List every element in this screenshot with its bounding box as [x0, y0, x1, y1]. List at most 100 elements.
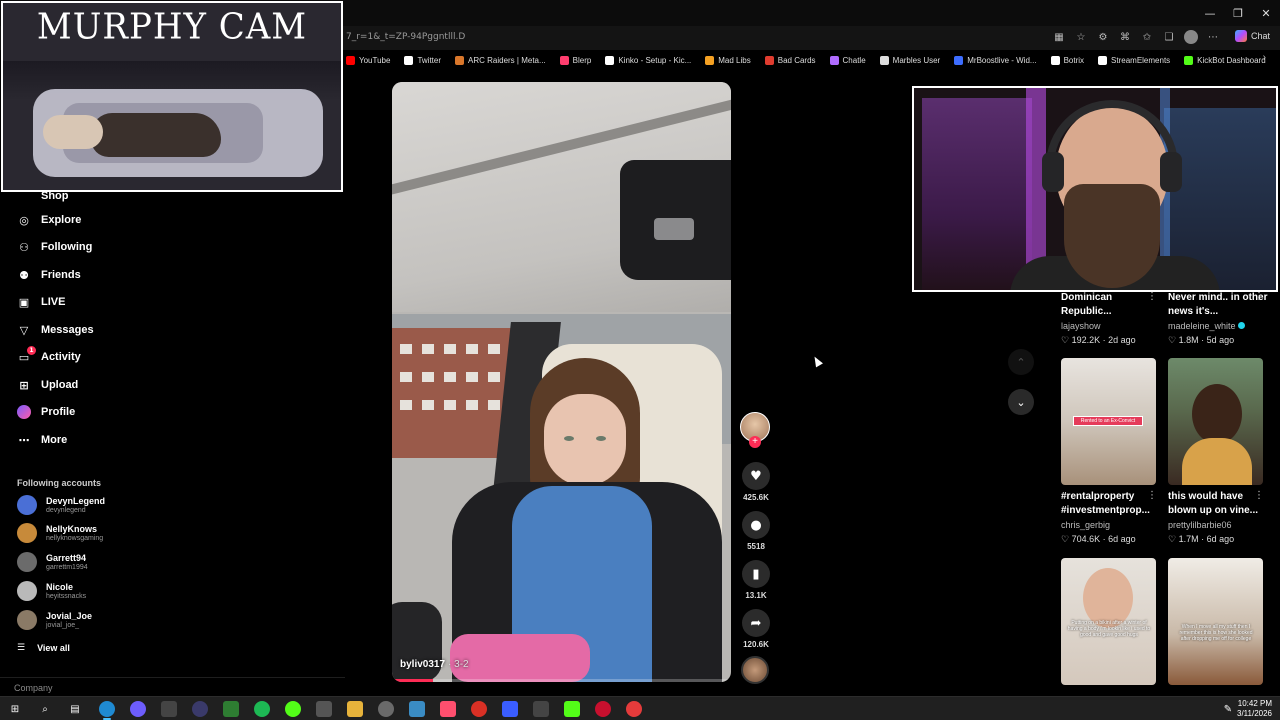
feed-card[interactable]: Dominican Republic... ⋮ lajayshow ♡ 192.…	[1061, 291, 1161, 347]
windows-start-icon[interactable]: ⊞	[7, 701, 23, 717]
star-icon[interactable]: ☆	[1074, 30, 1088, 44]
music-disc-icon[interactable]	[741, 656, 769, 684]
favorites-icon[interactable]: ✩	[1140, 30, 1154, 44]
sidebar-item-profile[interactable]: Profile	[17, 404, 75, 420]
app-icon[interactable]	[595, 701, 611, 717]
app-icon[interactable]	[285, 701, 301, 717]
edge-icon[interactable]	[99, 701, 115, 717]
app-icon[interactable]	[626, 701, 642, 717]
bookmark-item[interactable]: StreamElements	[1098, 55, 1170, 65]
search-icon[interactable]: ⌕	[37, 701, 53, 717]
like-button[interactable]: ♥ 425.6K	[740, 462, 772, 502]
save-button[interactable]: ▮ 13.1K	[740, 560, 772, 600]
video-username[interactable]: byliv0317	[400, 659, 445, 670]
following-account[interactable]: Garrett94 garrettm1994	[17, 552, 88, 572]
bookmark-item[interactable]: Blerp	[559, 55, 591, 65]
sidebar-item-label: Explore	[41, 214, 82, 226]
feed-thumbnail[interactable]: Putting on a bikini after a winter of ha…	[1061, 558, 1156, 685]
feed-title[interactable]: Dominican Republic...	[1061, 291, 1161, 319]
menu-dots-icon[interactable]: ⋯	[1206, 30, 1220, 44]
file-explorer-icon[interactable]	[347, 701, 363, 717]
bookmarks-overflow-icon[interactable]: ›	[1263, 52, 1266, 63]
share-button[interactable]: ➦ 120.6K	[740, 609, 772, 649]
bookmark-item[interactable]: Mad Libs	[705, 55, 751, 65]
task-view-icon[interactable]: ▤	[67, 701, 83, 717]
sidebar-item-following[interactable]: ⚇ Following	[17, 239, 92, 255]
app-icon[interactable]	[533, 701, 549, 717]
feed-username[interactable]: prettylilbarbie06	[1168, 519, 1268, 532]
sidebar-item-activity[interactable]: ▭ 1 Activity	[17, 346, 81, 365]
sidebar-item-friends[interactable]: ⚉ Friends	[17, 267, 81, 283]
obs-icon[interactable]	[192, 701, 208, 717]
app-icon[interactable]	[471, 701, 487, 717]
app-icon[interactable]	[161, 701, 177, 717]
bookmark-item[interactable]: Marbles User	[879, 55, 940, 65]
bookmark-item[interactable]: Kinko - Setup - Kic...	[605, 55, 691, 65]
puzzle-icon[interactable]: ⌘	[1118, 30, 1132, 44]
bookmark-item[interactable]: Chatle	[829, 55, 866, 65]
following-account[interactable]: DevynLegend devynlegend	[17, 495, 105, 515]
following-account[interactable]: Jovial_Joe jovial_joe_	[17, 610, 92, 630]
bookmark-item[interactable]: MrBoostlive - Wid...	[954, 55, 1037, 65]
video-player[interactable]: byliv0317 · 3-2	[392, 82, 731, 682]
bookmark-item[interactable]: ARC Raiders | Meta...	[455, 55, 546, 65]
app-icon[interactable]	[440, 701, 456, 717]
sidebar-item-explore[interactable]: ◎ Explore	[17, 212, 81, 228]
app-icon[interactable]	[409, 701, 425, 717]
video-progress-bar[interactable]	[392, 679, 731, 682]
bookmark-item[interactable]: Botrix	[1050, 55, 1084, 65]
view-all-button[interactable]: ☰ View all	[17, 643, 70, 653]
more-vertical-icon[interactable]: ⋮	[1254, 490, 1264, 501]
app-icon[interactable]	[564, 701, 580, 717]
bookmark-item[interactable]: Twitter	[404, 55, 441, 65]
app-icon[interactable]	[316, 701, 332, 717]
video-author[interactable]: byliv0317 · 3-2	[400, 659, 469, 670]
feed-thumbnail[interactable]: Rented to an Ex-Convict	[1061, 358, 1156, 485]
feed-card[interactable]: Never mind.. in other news it's... ⋮ mad…	[1168, 291, 1268, 347]
app-icon[interactable]	[130, 701, 146, 717]
close-icon[interactable]: ✕	[1252, 0, 1280, 26]
following-account[interactable]: Nicole heyitssnacks	[17, 581, 86, 601]
following-account[interactable]: NellyKnows nellyknowsgaming	[17, 523, 103, 543]
follow-plus-icon[interactable]: +	[749, 436, 761, 448]
url-text[interactable]: 7_r=1&_t=ZP-94Pggntlll.D	[346, 32, 465, 42]
feed-thumbnail[interactable]: When I move all my stuff then I remember…	[1168, 558, 1263, 685]
sidebar-item-live[interactable]: ▣ LIVE	[17, 294, 66, 310]
previous-video-button[interactable]: ⌃	[1008, 349, 1034, 375]
sidebar-item-more[interactable]: ⋯ More	[17, 432, 68, 448]
feed-thumbnail[interactable]	[1168, 358, 1263, 485]
company-link[interactable]: Company	[14, 683, 53, 693]
more-vertical-icon[interactable]: ⋮	[1147, 291, 1157, 302]
feed-title[interactable]: this would have blown up on vine...	[1168, 490, 1268, 518]
comment-button[interactable]: ● 5518	[740, 511, 772, 551]
app-icon[interactable]	[223, 701, 239, 717]
pen-icon[interactable]: ✎	[1220, 701, 1236, 717]
copilot-chat-button[interactable]: Chat	[1234, 30, 1270, 42]
more-vertical-icon[interactable]: ⋮	[1147, 490, 1157, 501]
compass-icon: ◎	[19, 213, 29, 227]
feed-title[interactable]: Never mind.. in other news it's...	[1168, 291, 1268, 319]
feed-username[interactable]: chris_gerbig	[1061, 519, 1161, 532]
app-icon[interactable]	[502, 701, 518, 717]
profile-avatar-icon[interactable]	[1184, 30, 1198, 44]
feed-card[interactable]: this would have blown up on vine... ⋮ pr…	[1168, 490, 1268, 546]
spotify-icon[interactable]	[254, 701, 270, 717]
bookmark-item[interactable]: YouTube	[346, 55, 390, 65]
app-icon[interactable]	[378, 701, 394, 717]
bookmark-item[interactable]: Bad Cards	[764, 55, 816, 65]
sidebar-item-messages[interactable]: ▽ Messages	[17, 322, 94, 338]
bookmark-item[interactable]: KickBot Dashboard	[1184, 55, 1266, 65]
maximize-icon[interactable]: ❐	[1224, 0, 1252, 26]
feed-card[interactable]: #rentalproperty #investmentprop... ⋮ chr…	[1061, 490, 1161, 546]
feed-username[interactable]: lajayshow	[1061, 320, 1161, 333]
feed-title[interactable]: #rentalproperty #investmentprop...	[1061, 490, 1161, 518]
next-video-button[interactable]: ⌄	[1008, 389, 1034, 415]
extensions-icon[interactable]: ⚙	[1096, 30, 1110, 44]
feed-username[interactable]: madeleine_white	[1168, 320, 1268, 333]
sidebar-item-upload[interactable]: ⊞ Upload	[17, 377, 78, 393]
more-vertical-icon[interactable]: ⋮	[1254, 291, 1264, 302]
minimize-icon[interactable]: —	[1196, 0, 1224, 26]
grid-icon[interactable]: ▦	[1052, 30, 1066, 44]
collections-icon[interactable]: ❑	[1162, 30, 1176, 44]
system-clock[interactable]: 10:42 PM 3/11/2026	[1237, 699, 1272, 719]
